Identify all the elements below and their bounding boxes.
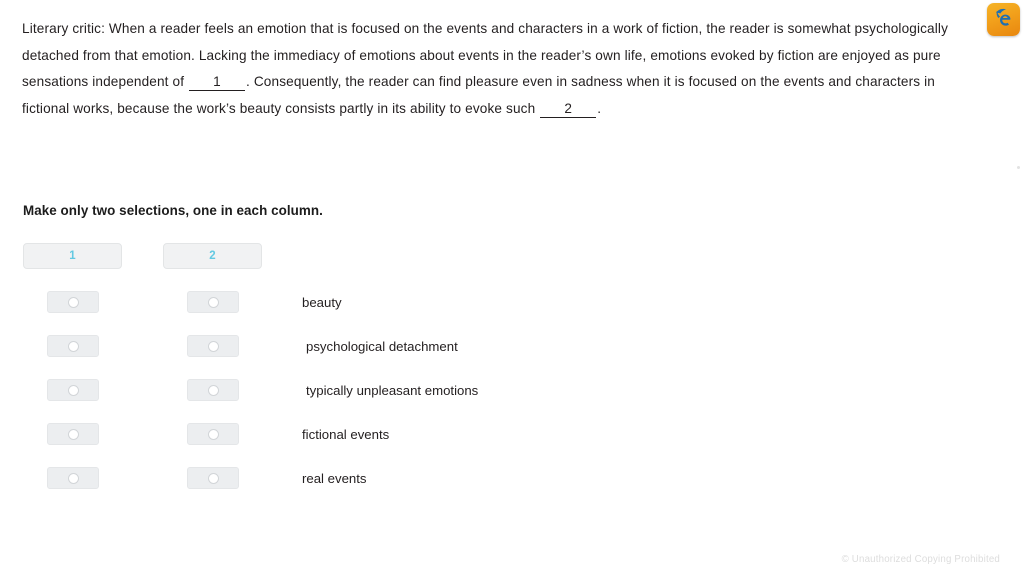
artifact-dot [1017,166,1020,169]
blank-1: 1 [189,74,246,91]
answer-row: beauty [23,280,478,324]
radio-cell-col1-row1[interactable] [47,291,99,313]
answer-grid-header: 1 2 [23,243,478,269]
radio-cell-col2-row4[interactable] [187,423,239,445]
copyright-notice: © Unauthorized Copying Prohibited [841,554,1000,565]
e-logo-icon [987,3,1020,36]
radio-cell-col2-row2[interactable] [187,335,239,357]
option-label: fictional events [302,426,390,442]
option-label: beauty [302,294,342,310]
radio-icon [67,296,79,308]
answer-row: fictional events [23,412,478,456]
radio-cell-col2-row3[interactable] [187,379,239,401]
column-header-2: 2 [163,243,262,269]
radio-icon [207,472,219,484]
answer-row: psychological detachment [23,324,478,368]
radio-cell-col1-row2[interactable] [47,335,99,357]
column-header-1: 1 [23,243,122,269]
radio-icon [67,340,79,352]
radio-icon [67,472,79,484]
radio-icon [207,340,219,352]
instruction-text: Make only two selections, one in each co… [23,203,323,218]
radio-icon [207,428,219,440]
passage-segment-3: . [597,100,602,116]
radio-cell-col1-row3[interactable] [47,379,99,401]
radio-cell-col1-row5[interactable] [47,467,99,489]
radio-icon [67,428,79,440]
radio-cell-col2-row5[interactable] [187,467,239,489]
answer-grid: 1 2 beauty psychological detachment typica… [23,243,478,500]
radio-icon [207,296,219,308]
option-label: psychological detachment [306,338,458,354]
answer-row: real events [23,456,478,500]
radio-cell-col1-row4[interactable] [47,423,99,445]
answer-row: typically unpleasant emotions [23,368,478,412]
passage-text: Literary critic: When a reader feels an … [22,16,974,122]
blank-2: 2 [540,101,597,118]
option-label: real events [302,470,367,486]
option-label: typically unpleasant emotions [306,382,479,398]
answer-grid-rows: beauty psychological detachment typically … [23,280,478,500]
radio-icon [67,384,79,396]
radio-cell-col2-row1[interactable] [187,291,239,313]
radio-icon [207,384,219,396]
